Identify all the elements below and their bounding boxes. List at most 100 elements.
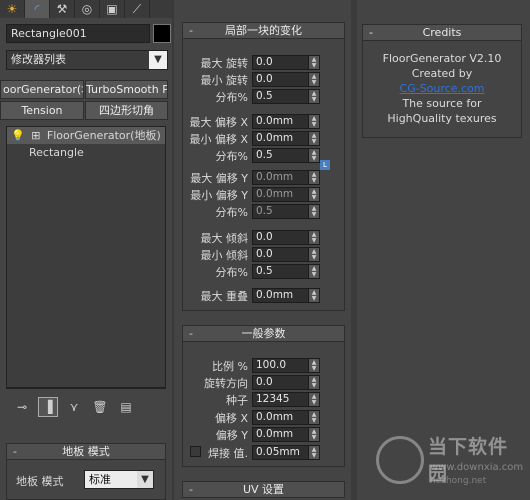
max-tilt-spinner[interactable]: 0.0 ▲ ▼ <box>252 230 320 245</box>
pin-stack-icon[interactable]: ⊸ <box>12 397 32 417</box>
collapse-icon: - <box>189 483 193 496</box>
floor-mode-label: 地板 模式 <box>16 475 64 488</box>
max-tilt-label: 最大 倾斜 <box>200 232 249 245</box>
expand-icon[interactable]: ⊞ <box>31 129 40 142</box>
max-offset-y-spinner[interactable]: 0.0mm ▲ ▼ <box>252 170 320 185</box>
min-offset-x-label: 最小 偏移 X <box>189 133 248 146</box>
offset-x-label: 偏移 X <box>214 412 248 425</box>
rotation-distribution-label: 分布% <box>215 91 248 104</box>
collapse-icon: - <box>13 445 17 458</box>
turbosmooth-modifier-button[interactable]: TurboSmooth Pro <box>85 80 168 99</box>
floor-mode-value: 标准 <box>89 473 111 486</box>
rollout-title: Credits <box>422 26 462 39</box>
created-by-text: Created by <box>411 67 473 80</box>
product-version: FloorGenerator V2.10 <box>382 52 502 65</box>
min-offset-y-spinner[interactable]: 0.0mm ▲ ▼ <box>252 187 320 202</box>
chevron-down-icon: ▼ <box>137 471 153 488</box>
min-tilt-label: 最小 倾斜 <box>200 249 249 262</box>
collapse-icon: - <box>189 327 193 340</box>
stack-item-label: FloorGenerator(地板) <box>46 129 161 142</box>
stack-toolbar: ⊸ ▐ ⋎ 🗑 ▤ <box>6 397 166 417</box>
floor-mode-dropdown[interactable]: 标准 ▼ <box>84 470 154 489</box>
object-color-swatch[interactable] <box>153 24 171 43</box>
stack-item-label: Rectangle <box>29 146 84 159</box>
offset-y-label: 偏移 Y <box>215 429 248 442</box>
stack-item-floorgenerator[interactable]: 💡 ⊞ FloorGenerator(地板) <box>7 127 165 144</box>
max-offset-y-label: 最大 偏移 Y <box>190 172 248 185</box>
quad-chamfer-modifier-button[interactable]: 四边形切角 <box>85 101 168 120</box>
floor-mode-rollout-header[interactable]: - 地板 模式 <box>6 443 166 460</box>
weld-value-label: 焊接 值. <box>208 447 248 460</box>
create-tab-icon[interactable]: ⟋ <box>125 0 150 18</box>
display-tab-icon[interactable]: ☀ <box>0 0 25 18</box>
seed-label: 种子 <box>226 394 248 407</box>
offset-y-spinner[interactable]: 0.0mm ▲ ▼ <box>252 427 320 442</box>
max-rotation-label: 最大 旋转 <box>200 57 249 70</box>
max-overlap-label: 最大 重叠 <box>200 290 249 303</box>
object-name-field[interactable]: Rectangle001 <box>6 24 150 43</box>
modifier-list-dropdown[interactable]: 修改器列表 ▼ <box>6 50 168 70</box>
column-separator <box>172 0 174 500</box>
motion-tab-icon[interactable]: ◎ <box>75 0 100 18</box>
max-rotation-spinner[interactable]: 0.0 ▲ ▼ <box>252 55 320 70</box>
site-watermark: 当下软件园 www.downxia.com hezhong.net <box>376 430 526 500</box>
offset-x-distribution-spinner[interactable]: 0.5 ▲ ▼ <box>252 148 320 163</box>
uv-settings-rollout-header[interactable]: - UV 设置 <box>182 481 345 498</box>
min-offset-x-spinner[interactable]: 0.0mm ▲ ▼ <box>252 131 320 146</box>
chevron-down-icon: ▼ <box>149 51 167 69</box>
min-offset-y-label: 最小 偏移 Y <box>190 189 248 202</box>
remove-modifier-icon[interactable]: 🗑 <box>90 397 110 417</box>
modify-tab-icon[interactable]: ◜ <box>25 0 50 18</box>
watermark-url: www.downxia.com <box>430 462 524 473</box>
cg-source-link[interactable]: CG-Source.com <box>363 81 521 96</box>
scale-spinner[interactable]: 100.0 ▲ ▼ <box>252 358 320 373</box>
floorgenerator-modifier-button[interactable]: oorGenerator(地板 <box>0 80 84 99</box>
rollout-title: 一般参数 <box>241 327 286 340</box>
show-end-result-icon[interactable]: ▐ <box>38 397 58 417</box>
offset-x-distribution-label: 分布% <box>215 150 248 163</box>
weld-value-spinner[interactable]: 0.05mm ▲ ▼ <box>252 445 320 460</box>
command-panel-tabs: ☀ ◜ ⚒ ◎ ▣ ⟋ <box>0 0 172 18</box>
stack-divider <box>6 388 166 389</box>
lightbulb-icon[interactable]: 💡 <box>11 129 25 142</box>
scale-label: 比例 % <box>212 360 248 373</box>
offset-y-distribution-label: 分布% <box>215 206 248 219</box>
utilities-tab-icon[interactable]: ▣ <box>100 0 125 18</box>
configure-modifier-sets-icon[interactable]: ▤ <box>116 397 136 417</box>
tension-modifier-button[interactable]: Tension <box>0 101 84 120</box>
offset-y-distribution-spinner[interactable]: 0.5 ▲ ▼ <box>252 204 320 219</box>
lock-offset-icon[interactable]: L <box>320 160 330 170</box>
collapse-icon: - <box>369 26 373 39</box>
credits-rollout: FloorGenerator V2.10 Created by CG-Sourc… <box>362 41 522 138</box>
rollout-title: UV 设置 <box>242 483 285 496</box>
tilt-distribution-spinner[interactable]: 0.5 ▲ ▼ <box>252 264 320 279</box>
watermark-logo-icon <box>376 436 424 484</box>
make-unique-icon[interactable]: ⋎ <box>64 397 84 417</box>
source-text-line2: HighQuality texures <box>387 112 497 125</box>
offset-x-spinner[interactable]: 0.0mm ▲ ▼ <box>252 410 320 425</box>
rotation-direction-spinner[interactable]: 0.0 ▲ ▼ <box>252 375 320 390</box>
rotation-direction-label: 旋转方向 <box>204 377 248 390</box>
min-rotation-label: 最小 旋转 <box>200 74 249 87</box>
rotation-distribution-spinner[interactable]: 0.5 ▲ ▼ <box>252 89 320 104</box>
panel-scrollbar[interactable] <box>351 0 357 500</box>
general-params-rollout-header[interactable]: - 一般参数 <box>182 325 345 342</box>
modifier-stack: 💡 ⊞ FloorGenerator(地板) Rectangle <box>6 126 166 388</box>
min-tilt-spinner[interactable]: 0.0 ▲ ▼ <box>252 247 320 262</box>
tilt-distribution-label: 分布% <box>215 266 248 279</box>
max-offset-x-label: 最大 偏移 X <box>189 116 248 129</box>
modifier-list-label: 修改器列表 <box>11 53 66 66</box>
rollout-title: 地板 模式 <box>62 445 110 458</box>
collapse-icon: - <box>189 24 193 37</box>
local-variation-rollout-header[interactable]: - 局部一块的变化 <box>182 22 345 39</box>
stack-item-rectangle[interactable]: Rectangle <box>7 144 165 161</box>
min-rotation-spinner[interactable]: 0.0 ▲ ▼ <box>252 72 320 87</box>
credits-rollout-header[interactable]: - Credits <box>362 24 522 41</box>
rollout-title: 局部一块的变化 <box>225 24 302 37</box>
source-text-line1: The source for <box>402 97 482 110</box>
max-overlap-spinner[interactable]: 0.0mm ▲ ▼ <box>252 288 320 303</box>
max-offset-x-spinner[interactable]: 0.0mm ▲ ▼ <box>252 114 320 129</box>
watermark-url-secondary: hezhong.net <box>430 476 487 486</box>
seed-spinner[interactable]: 12345 ▲ ▼ <box>252 392 320 407</box>
hierarchy-tab-icon[interactable]: ⚒ <box>50 0 75 18</box>
